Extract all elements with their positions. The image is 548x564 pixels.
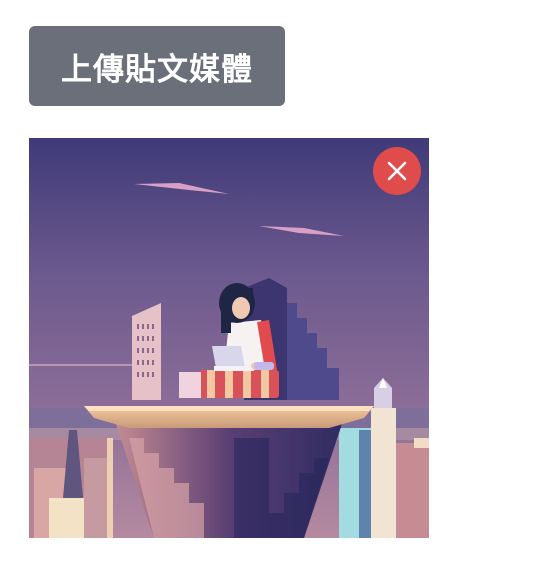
close-icon xyxy=(387,161,407,181)
remove-media-button[interactable] xyxy=(373,147,421,195)
page: 上傳貼文媒體 xyxy=(0,0,548,564)
media-preview-card xyxy=(29,138,429,538)
media-preview-image xyxy=(29,138,429,538)
upload-post-media-button[interactable]: 上傳貼文媒體 xyxy=(29,26,285,106)
